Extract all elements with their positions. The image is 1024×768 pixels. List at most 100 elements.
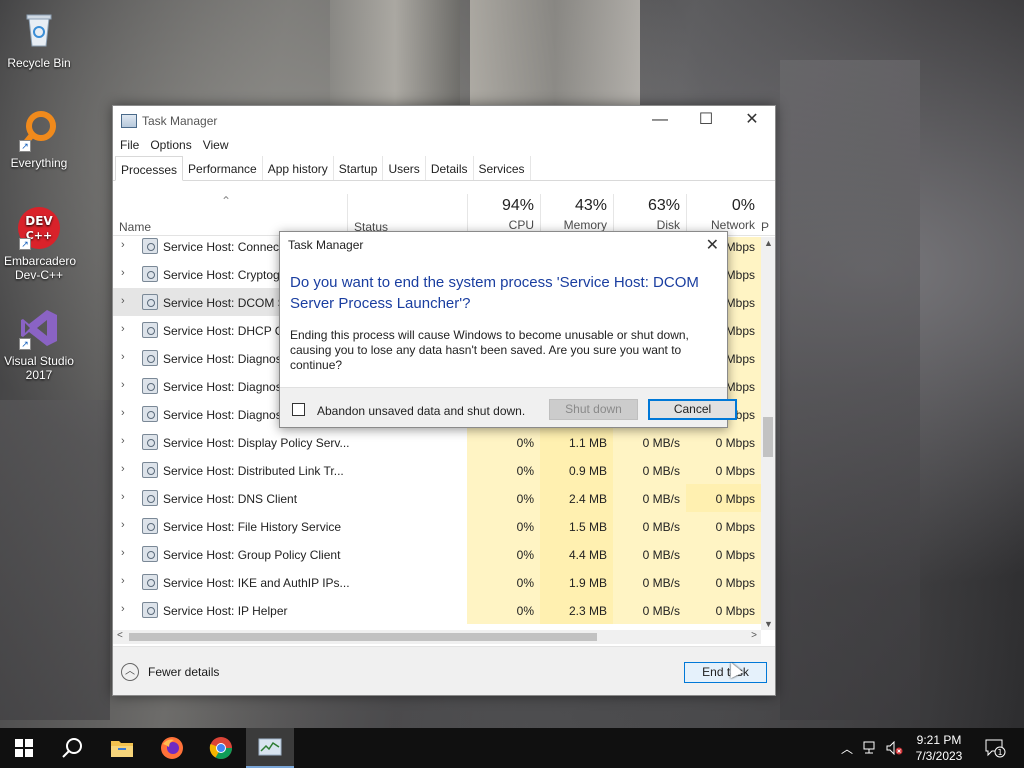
window-title: Task Manager xyxy=(142,114,218,128)
expand-chevron-icon[interactable]: › xyxy=(121,323,125,335)
process-row[interactable]: › Service Host: DNS Client 0% 2.4 MB 0 MB/s 0… xyxy=(113,484,761,512)
expand-chevron-icon[interactable]: › xyxy=(121,295,125,307)
file-explorer-button[interactable] xyxy=(98,728,146,768)
column-name[interactable]: Name xyxy=(119,220,151,234)
fewer-details-button[interactable]: ︿ Fewer details xyxy=(121,663,219,681)
task-manager-taskbar-button[interactable] xyxy=(246,728,294,768)
scroll-right-icon[interactable]: > xyxy=(751,630,757,641)
expand-chevron-icon[interactable]: › xyxy=(121,575,125,587)
desktop-icon-devcpp[interactable]: DEV C++ ↗ Embarcadero Dev-C++ xyxy=(4,206,76,282)
start-button[interactable] xyxy=(0,728,48,768)
menu-view[interactable]: View xyxy=(202,136,235,156)
show-hidden-icons[interactable]: ︿ xyxy=(838,728,856,768)
service-gear-icon xyxy=(142,294,158,310)
tab-startup[interactable]: Startup xyxy=(334,156,384,180)
process-name: Service Host: Distributed Link Tr... xyxy=(163,464,344,478)
expand-chevron-icon[interactable]: › xyxy=(121,267,125,279)
close-icon[interactable]: ✕ xyxy=(729,106,775,136)
process-row[interactable]: › Service Host: IP Helper 0% 2.3 MB 0 MB/s 0 … xyxy=(113,596,761,624)
firefox-button[interactable] xyxy=(148,728,196,768)
process-cpu: 0% xyxy=(467,428,540,456)
sort-arrow-icon: ⌃ xyxy=(221,194,232,208)
cpu-total: 94% xyxy=(501,197,534,214)
clock-date: 7/3/2023 xyxy=(915,749,963,763)
process-row[interactable]: › Service Host: File History Service 0% 1.5… xyxy=(113,512,761,540)
expand-chevron-icon[interactable]: › xyxy=(121,239,125,251)
horizontal-scrollbar[interactable]: < > xyxy=(113,630,761,644)
hscroll-thumb[interactable] xyxy=(129,633,597,641)
dialog-close-icon[interactable]: ✕ xyxy=(706,235,719,255)
column-cpu[interactable]: 94% CPU xyxy=(467,194,540,236)
expand-chevron-icon[interactable]: › xyxy=(121,407,125,419)
cancel-button[interactable]: Cancel xyxy=(648,399,737,420)
expand-chevron-icon[interactable]: › xyxy=(121,491,125,503)
tab-processes[interactable]: Processes xyxy=(115,156,184,181)
process-row[interactable]: › Service Host: Display Policy Serv... 0% 1… xyxy=(113,428,761,456)
expand-chevron-icon[interactable]: › xyxy=(121,463,125,475)
scroll-down-icon[interactable]: ▼ xyxy=(764,619,773,629)
tab-services[interactable]: Services xyxy=(474,156,531,180)
shortcut-arrow-icon: ↗ xyxy=(19,238,31,250)
process-row[interactable]: › Service Host: IKE and AuthIP IPs... 0% 1.… xyxy=(113,568,761,596)
taskbar-clock[interactable]: 9:21 PM 7/3/2023 xyxy=(908,732,970,764)
vertical-scrollbar[interactable]: ▲ ▼ xyxy=(761,237,775,630)
scroll-left-icon[interactable]: < xyxy=(117,630,123,641)
column-disk[interactable]: 63% Disk xyxy=(613,194,686,236)
network-icon[interactable] xyxy=(860,728,882,768)
service-gear-icon xyxy=(142,406,158,422)
abandon-data-checkbox[interactable] xyxy=(292,403,305,416)
process-name: Service Host: Cryptog xyxy=(163,268,280,282)
memory-label: Memory xyxy=(563,218,607,232)
column-status[interactable]: Status xyxy=(347,194,467,236)
column-network[interactable]: 0% Network xyxy=(686,194,761,236)
tab-performance[interactable]: Performance xyxy=(183,156,263,180)
firefox-icon xyxy=(161,737,183,759)
desktop-icon-label: Everything xyxy=(10,156,68,170)
notification-icon: 1 xyxy=(985,739,1006,758)
menu-file[interactable]: File xyxy=(119,136,145,156)
expand-chevron-icon[interactable]: › xyxy=(121,547,125,559)
process-row[interactable]: › Service Host: Group Policy Client 0% 4.4 … xyxy=(113,540,761,568)
devcpp-icon: DEV C++ ↗ xyxy=(17,206,61,250)
process-cpu: 0% xyxy=(467,512,540,540)
minimize-icon[interactable]: — xyxy=(637,106,683,136)
abandon-data-label[interactable]: Abandon unsaved data and shut down. xyxy=(317,404,525,418)
search-icon xyxy=(62,738,82,758)
expand-chevron-icon[interactable]: › xyxy=(121,351,125,363)
column-power[interactable]: P xyxy=(761,220,769,234)
service-gear-icon xyxy=(142,266,158,282)
process-row[interactable]: › Service Host: Distributed Link Tr... 0% 0… xyxy=(113,456,761,484)
network-total: 0% xyxy=(731,197,755,214)
start-icon xyxy=(15,739,33,757)
chevron-up-circle-icon: ︿ xyxy=(121,663,139,681)
process-cpu: 0% xyxy=(467,540,540,568)
process-memory: 1.5 MB xyxy=(540,512,613,540)
desktop-icon-visual-studio[interactable]: ↗ Visual Studio 2017 xyxy=(4,306,74,382)
tab-users[interactable]: Users xyxy=(383,156,426,180)
disk-label: Disk xyxy=(656,218,680,232)
menu-options[interactable]: Options xyxy=(149,136,197,156)
maximize-icon[interactable]: ☐ xyxy=(683,106,729,136)
scroll-thumb[interactable] xyxy=(763,417,773,457)
column-memory[interactable]: 43% Memory xyxy=(540,194,613,236)
tab-app-history[interactable]: App history xyxy=(263,156,334,180)
chrome-button[interactable] xyxy=(197,728,245,768)
volume-muted-icon[interactable] xyxy=(884,728,906,768)
action-center-button[interactable]: 1 xyxy=(980,728,1010,768)
dialog-main-instruction: Do you want to end the system process 'S… xyxy=(290,274,699,312)
process-name: Service Host: Diagnost xyxy=(163,380,286,394)
shortcut-arrow-icon: ↗ xyxy=(19,338,31,350)
desktop-icon-everything[interactable]: ↗ Everything xyxy=(4,108,74,170)
svg-text:DEV: DEV xyxy=(25,214,53,228)
process-network: 0 Mbps xyxy=(686,596,761,624)
expand-chevron-icon[interactable]: › xyxy=(121,519,125,531)
menu-bar: File Options View xyxy=(113,136,775,156)
title-bar[interactable]: Task Manager — ☐ ✕ xyxy=(113,106,775,136)
tab-details[interactable]: Details xyxy=(426,156,474,180)
expand-chevron-icon[interactable]: › xyxy=(121,379,125,391)
expand-chevron-icon[interactable]: › xyxy=(121,603,125,615)
search-button[interactable] xyxy=(48,728,96,768)
desktop-icon-recycle-bin[interactable]: Recycle Bin xyxy=(4,8,74,70)
scroll-up-icon[interactable]: ▲ xyxy=(764,238,773,248)
expand-chevron-icon[interactable]: › xyxy=(121,435,125,447)
